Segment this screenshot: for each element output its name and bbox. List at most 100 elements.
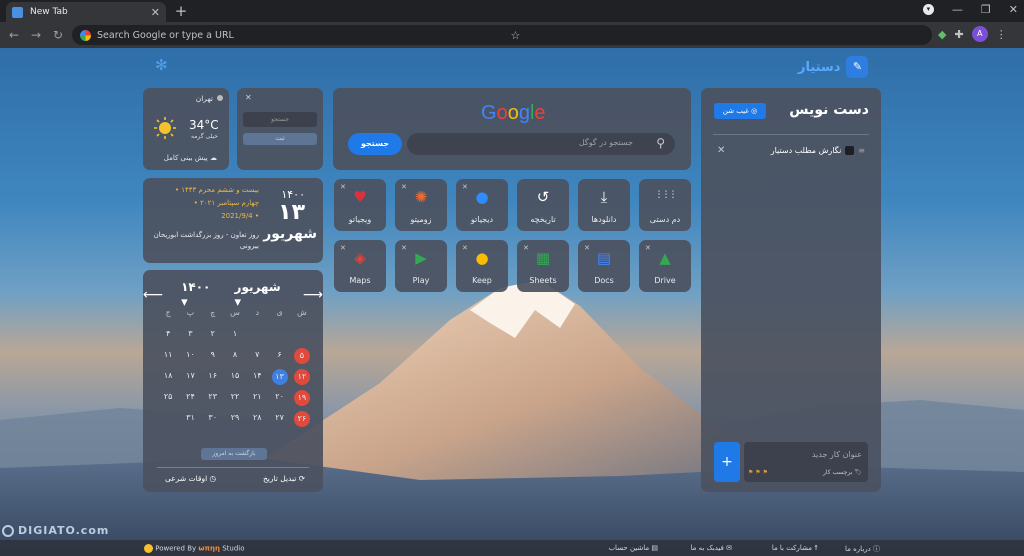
calendar-day[interactable]: ۱۷	[179, 369, 201, 383]
close-icon[interactable]: ✕	[245, 93, 252, 102]
calendar-day[interactable]: ۶	[268, 348, 290, 362]
feedback-link[interactable]: ✉ فیدبک به ما	[691, 544, 732, 552]
calendar-day	[246, 327, 268, 341]
quick-note-input[interactable]: جستجو	[243, 112, 317, 127]
calendar-day[interactable]: ۷	[246, 348, 268, 362]
tab-search-icon[interactable]: ▾	[922, 4, 934, 15]
shortcut-tile[interactable]: ✕ ✺ زومیتو	[395, 179, 447, 231]
drag-handle-icon[interactable]: ≡	[858, 146, 865, 155]
restore-icon[interactable]: ❐	[981, 3, 991, 16]
google-logo-letter: G	[481, 102, 497, 124]
calendar-day[interactable]: ۱۱	[157, 348, 179, 362]
shortcut-tile[interactable]: ✕ ◈ Maps	[334, 240, 386, 292]
forward-icon[interactable]: →	[27, 26, 45, 44]
google-logo-letter: o	[507, 102, 519, 124]
reload-icon[interactable]: ↻	[49, 26, 67, 44]
bookmark-star-icon[interactable]: ☆	[511, 29, 925, 42]
prayer-times-link[interactable]: ◷ اوقات شرعی	[165, 474, 216, 483]
calendar-day-label: ۲۲	[230, 392, 240, 401]
shortcut-tile[interactable]: ✕ ▤ Docs	[578, 240, 630, 292]
calendar-day[interactable]: ۲۲	[224, 390, 246, 404]
calendar-day[interactable]: ۹	[202, 348, 224, 362]
google-logo: Google	[481, 102, 546, 125]
close-window-icon[interactable]: ✕	[1009, 3, 1018, 16]
calendar-day[interactable]: ۱۳	[268, 369, 290, 385]
add-note-button[interactable]: +	[714, 442, 740, 482]
calendar-day[interactable]: ۳۱	[179, 411, 201, 425]
calendar-next-icon[interactable]: ⟶	[303, 287, 323, 303]
weather-forecast-link[interactable]: ☁ پیش بینی کامل	[164, 154, 217, 162]
calendar-day[interactable]: ۱۸	[157, 369, 179, 383]
calendar-day[interactable]: ۲۴	[179, 390, 201, 404]
calendar-day[interactable]: ۱	[224, 327, 246, 341]
convert-date-link[interactable]: ⟳ تبدیل تاریخ	[263, 474, 305, 483]
calendar-day[interactable]: ۳۰	[202, 411, 224, 425]
contribute-link[interactable]: ☨ مشارکت با ما	[772, 544, 818, 552]
shortcut-tile[interactable]: ✕ ▦ Sheets	[517, 240, 569, 292]
calendar-day-label: ۲۸	[253, 413, 262, 422]
shortcut-tile[interactable]: ✕ ● Keep	[456, 240, 508, 292]
calculator-link[interactable]: ▤ ماشین حساب	[608, 544, 658, 552]
new-note-input[interactable]: عنوان کار جدید 🏷 برچسب کار ⚑ ⚑ ⚑	[744, 442, 868, 482]
shortcut-tile[interactable]: ✕ ▶ Play	[395, 240, 447, 292]
back-icon[interactable]: ←	[5, 26, 23, 44]
calendar-weekday: د	[255, 308, 260, 317]
calendar-day[interactable]: ۱۹	[291, 390, 313, 406]
calendar-day[interactable]: ۲۶	[291, 411, 313, 427]
note-item[interactable]: ✕ ≡ نگارش مطلب دستیار	[713, 142, 869, 158]
note-delete-icon[interactable]: ✕	[717, 145, 725, 156]
menu-kebab-icon[interactable]: ⋮	[996, 28, 1007, 41]
omnibox[interactable]: Search Google or type a URL ☆	[72, 25, 932, 45]
tab-close-icon[interactable]: ✕	[151, 6, 160, 19]
calendar-day[interactable]: ۲۰	[268, 390, 290, 404]
calendar-day[interactable]: ۸	[224, 348, 246, 362]
calendar-day[interactable]: ۱۰	[179, 348, 201, 362]
calendar-day[interactable]: ۲۱	[246, 390, 268, 404]
calendar-day-label: ۱۷	[186, 371, 195, 380]
calendar-day[interactable]: ۲۷	[268, 411, 290, 425]
shortcut-tile[interactable]: ⤓ دانلودها	[578, 179, 630, 231]
calendar-prev-icon[interactable]: ⟵	[143, 287, 163, 303]
google-search-button[interactable]: جستجو	[348, 133, 402, 155]
tag-flags-icon[interactable]: ⚑ ⚑ ⚑	[748, 469, 768, 476]
toolbar-icons: ◆ ✚ A ⋮	[938, 26, 1007, 42]
new-tab-button[interactable]: +	[172, 2, 190, 20]
extensions-puzzle-icon[interactable]: ✚	[954, 28, 963, 41]
calendar-day-label: ۶	[277, 350, 282, 359]
shortcut-tile[interactable]: ↺ تاریخچه	[517, 179, 569, 231]
calendar-day[interactable]: ۲۸	[246, 411, 268, 425]
profile-avatar[interactable]: A	[971, 26, 988, 42]
calendar-day[interactable]: ۴	[157, 327, 179, 341]
calendar-day[interactable]: ۳	[179, 327, 201, 341]
calendar-weekday: ی	[276, 308, 283, 317]
calendar-day[interactable]: ۱۵	[224, 369, 246, 383]
play-icon: ▶	[415, 249, 427, 267]
extension-icon[interactable]: ◆	[938, 28, 946, 41]
sun-icon	[154, 117, 176, 139]
calendar-day[interactable]: ۱۴	[246, 369, 268, 383]
calendar-day[interactable]: ۲۹	[224, 411, 246, 425]
weather-city: تهران	[195, 94, 213, 103]
settings-gear-icon[interactable]: ✻	[155, 56, 168, 74]
about-link[interactable]: ⓘ درباره ما	[845, 544, 880, 554]
drive-icon: ▲	[659, 249, 671, 267]
calendar-day[interactable]: ۵	[291, 348, 313, 364]
minimize-icon[interactable]: —	[952, 3, 963, 16]
shortcut-tile[interactable]: ✕ ♥ ویجیاتو	[334, 179, 386, 231]
calendar-day[interactable]: ۲	[202, 327, 224, 341]
quick-note-submit-button[interactable]: ثبت	[243, 133, 317, 145]
note-checkbox[interactable]	[845, 145, 855, 155]
back-to-today-button[interactable]: بازگشت به امروز	[201, 448, 267, 460]
calendar-day[interactable]: ۲۵	[157, 390, 179, 404]
hide-notes-button[interactable]: ◎ غیب شن	[714, 103, 766, 119]
tag-label[interactable]: 🏷 برچسب کار	[823, 469, 862, 476]
calendar-day[interactable]: ۱۲	[291, 369, 313, 385]
shortcut-tile[interactable]: ✕ ● دیجیاتو	[456, 179, 508, 231]
google-search-input[interactable]: جستجو در گوگل ⚲	[407, 133, 675, 155]
shortcut-tile[interactable]: ⋮⋮⋮ دم دستی	[639, 179, 691, 231]
calendar-day[interactable]: ۱۶	[202, 369, 224, 383]
date-gregorian-text: چهارم سپتامبر ۲۰۲۱	[194, 199, 259, 207]
browser-tab[interactable]: New Tab ✕	[6, 2, 166, 22]
shortcut-tile[interactable]: ✕ ▲ Drive	[639, 240, 691, 292]
calendar-day[interactable]: ۲۳	[202, 390, 224, 404]
